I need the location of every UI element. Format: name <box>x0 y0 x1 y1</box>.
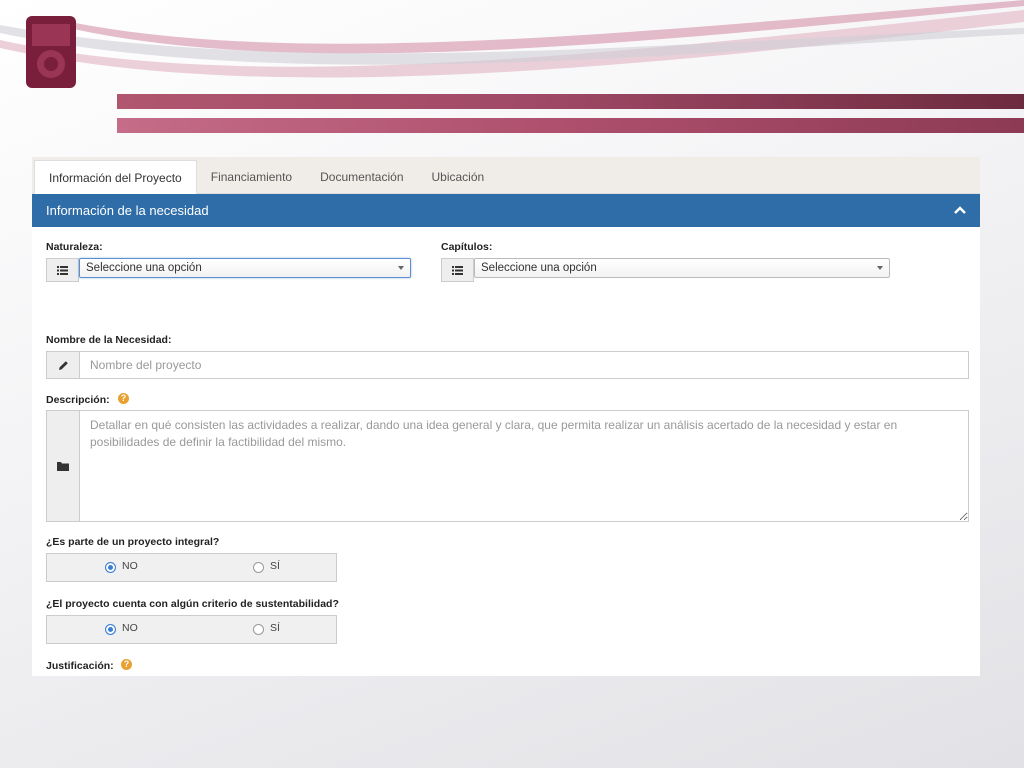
integral-option-no-label: NO <box>122 560 138 572</box>
chevron-down-icon <box>877 266 883 270</box>
list-icon <box>441 258 474 282</box>
tab-ubicacion[interactable]: Ubicación <box>418 161 499 193</box>
nombre-label: Nombre de la Necesidad: <box>46 334 172 346</box>
panel-title: Información de la necesidad <box>46 203 209 218</box>
header-band-bottom <box>117 118 1024 133</box>
sustentabilidad-radio-si[interactable] <box>253 624 264 635</box>
integral-option-si-label: SÍ <box>270 560 280 572</box>
tab-bar: Información del Proyecto Financiamiento … <box>32 157 980 194</box>
sustentabilidad-radio-no[interactable] <box>105 624 116 635</box>
chevron-up-icon[interactable] <box>952 202 968 218</box>
pencil-icon <box>46 351 80 379</box>
sustentabilidad-radio-group: NO SÍ <box>46 615 337 644</box>
header-swoosh <box>0 0 1024 78</box>
descripcion-textarea[interactable] <box>79 410 969 522</box>
naturaleza-select[interactable]: Seleccione una opción <box>79 258 411 278</box>
integral-radio-group: NO SÍ <box>46 553 337 582</box>
panel-header: Información de la necesidad <box>32 194 980 227</box>
integral-radio-no[interactable] <box>105 562 116 573</box>
header-band-top <box>117 94 1024 109</box>
tab-informacion-proyecto[interactable]: Información del Proyecto <box>34 160 197 194</box>
naturaleza-label: Naturaleza: <box>46 241 103 253</box>
integral-radio-si[interactable] <box>253 562 264 573</box>
integral-label: ¿Es parte de un proyecto integral? <box>46 536 220 548</box>
ipn-logo <box>26 16 76 88</box>
nombre-input[interactable] <box>79 351 969 379</box>
question-icon[interactable]: ? <box>121 659 132 670</box>
sustentabilidad-option-no-label: NO <box>122 622 138 634</box>
app-panel: Información del Proyecto Financiamiento … <box>32 157 980 676</box>
list-icon <box>46 258 79 282</box>
justificacion-label: Justificación: <box>46 660 114 672</box>
tab-documentacion[interactable]: Documentación <box>306 161 417 193</box>
descripcion-label: Descripción: <box>46 394 110 406</box>
capitulos-select[interactable]: Seleccione una opción <box>474 258 890 278</box>
tab-financiamiento[interactable]: Financiamiento <box>197 161 306 193</box>
sustentabilidad-option-si-label: SÍ <box>270 622 280 634</box>
naturaleza-select-value: Seleccione una opción <box>86 262 202 274</box>
capitulos-label: Capítulos: <box>441 241 493 253</box>
question-icon[interactable]: ? <box>118 393 129 404</box>
chevron-down-icon <box>398 266 404 270</box>
folder-icon <box>46 410 80 522</box>
sustentabilidad-label: ¿El proyecto cuenta con algún criterio d… <box>46 598 339 610</box>
capitulos-select-value: Seleccione una opción <box>481 262 597 274</box>
